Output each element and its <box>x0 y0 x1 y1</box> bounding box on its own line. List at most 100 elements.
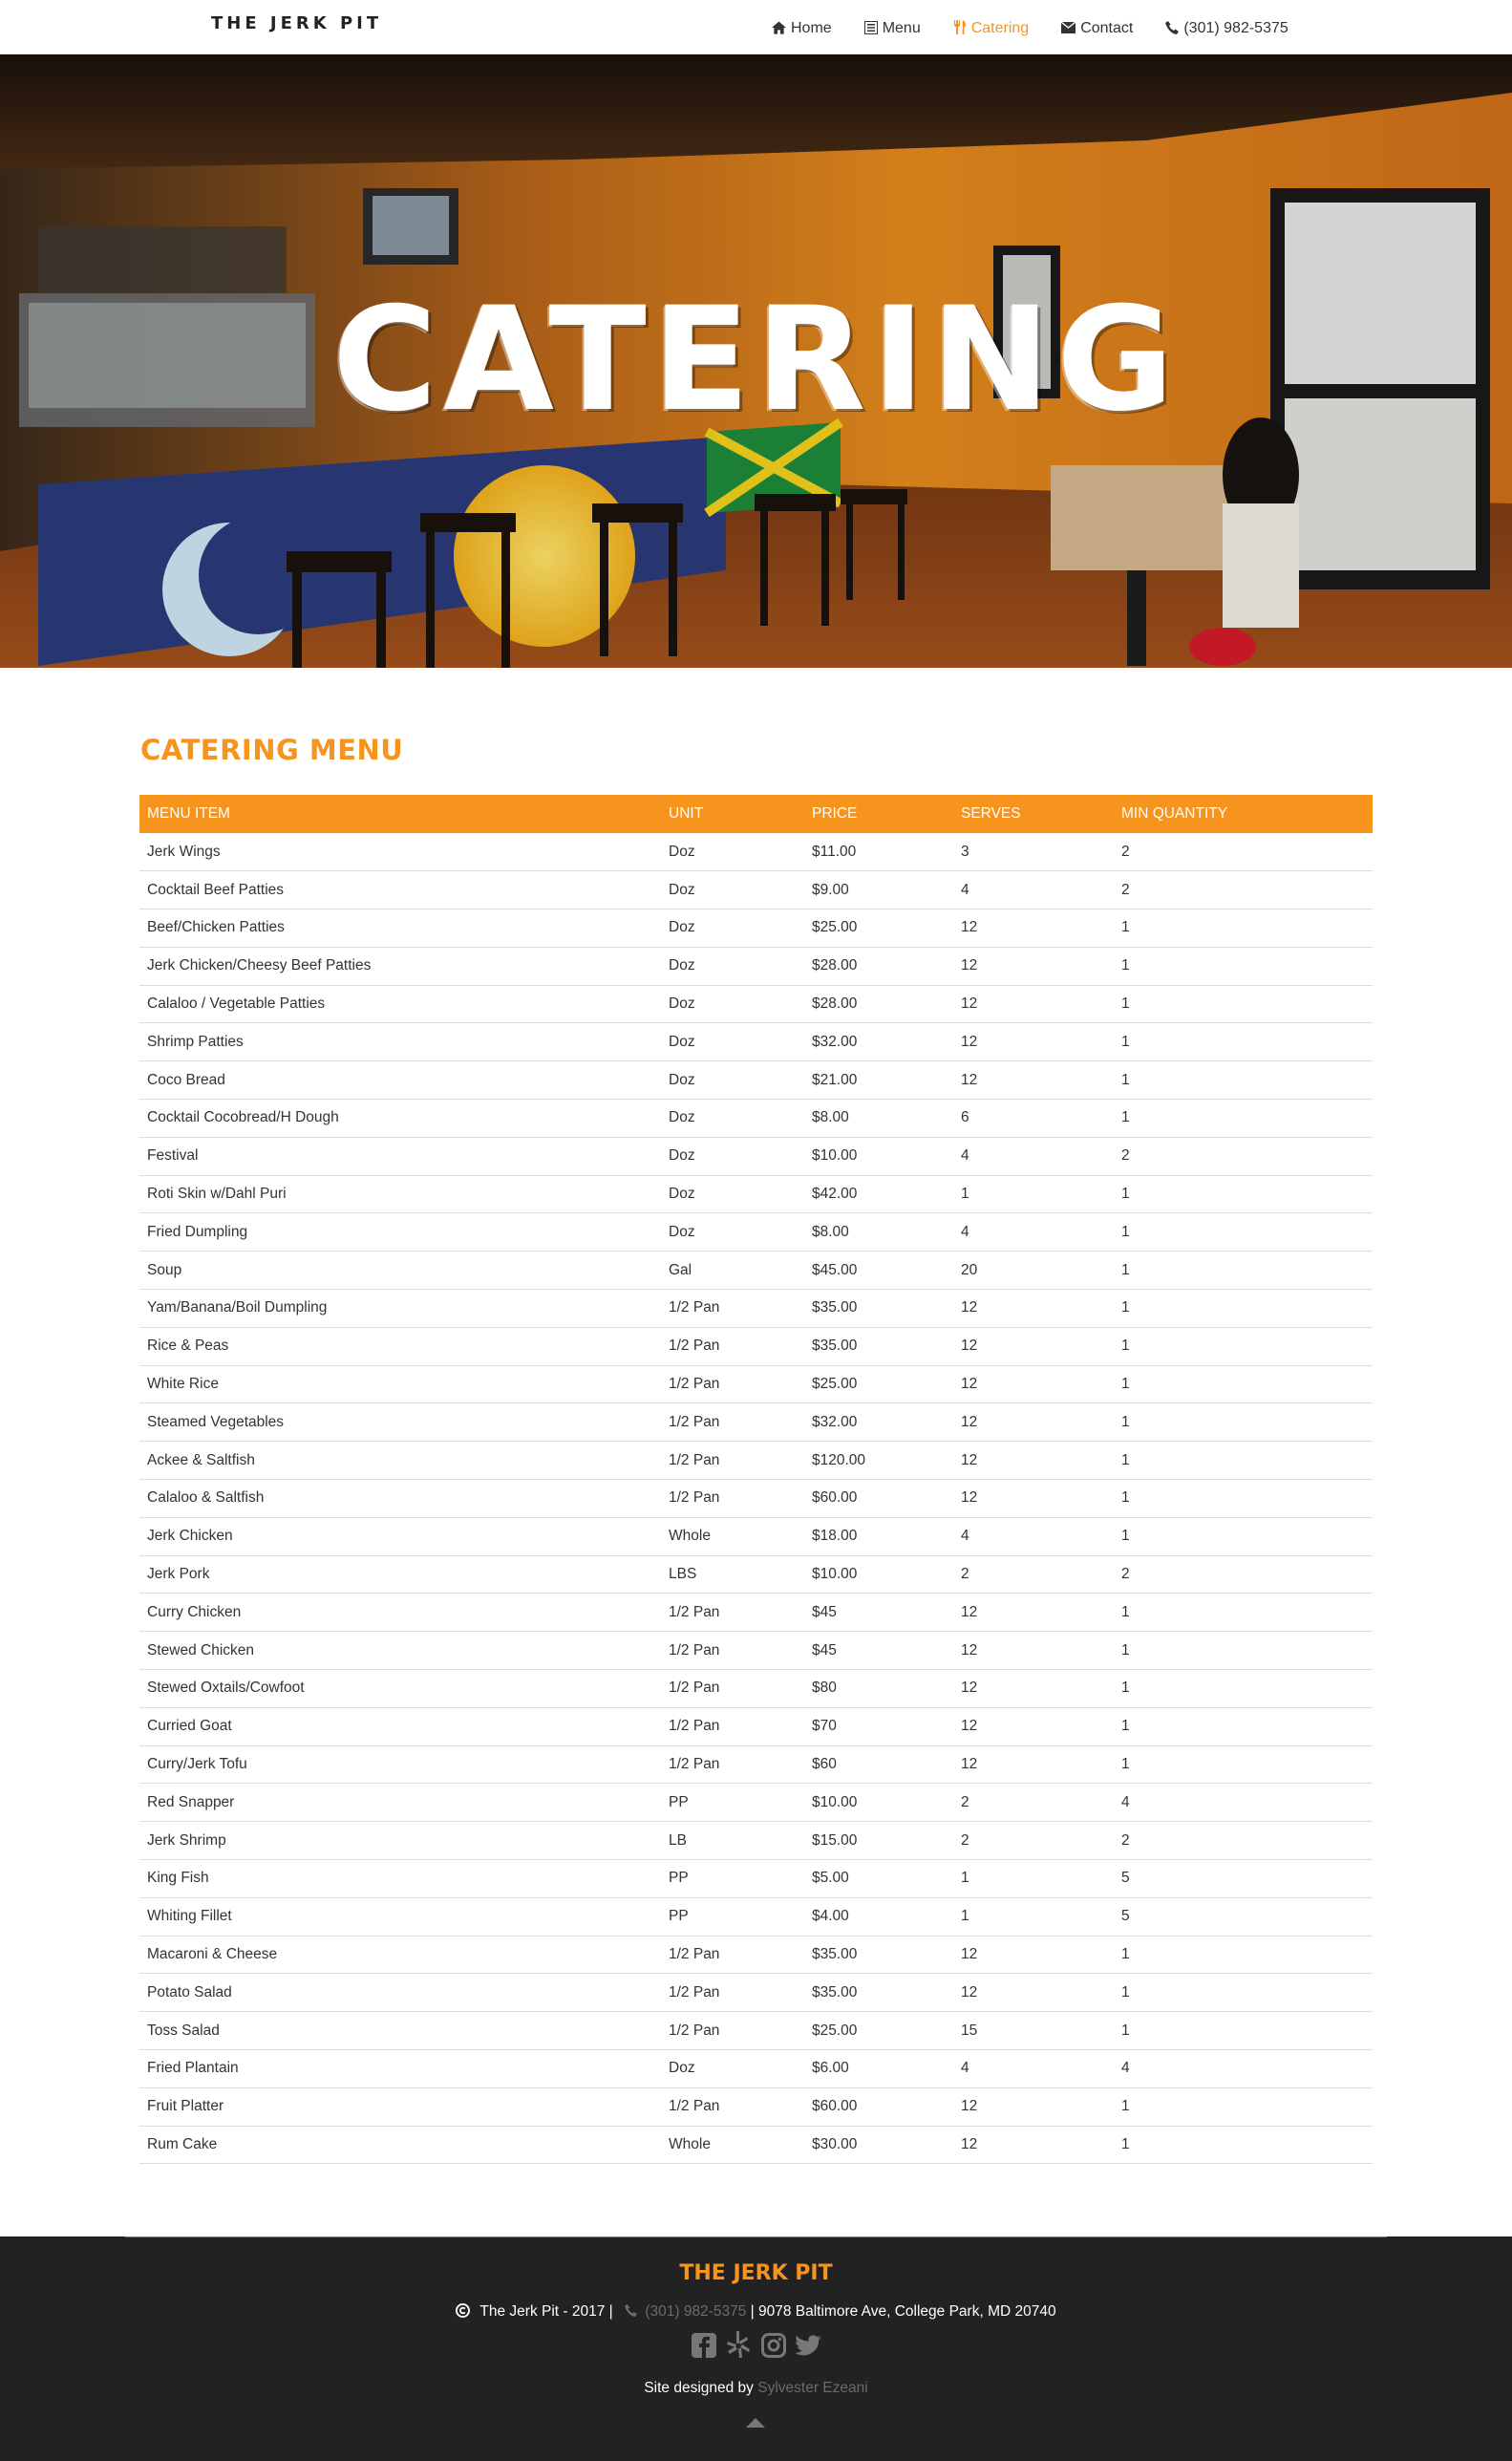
menu-item-cell: Cocktail Beef Patties <box>139 870 661 910</box>
menu-item-cell: Stewed Chicken <box>139 1631 661 1671</box>
nav-menu[interactable]: Menu <box>863 20 921 37</box>
menu-item-cell: Jerk Shrimp <box>139 1821 661 1861</box>
min-quantity-cell: 1 <box>1114 909 1373 948</box>
unit-cell: 1/2 Pan <box>661 2011 804 2050</box>
unit-cell: 1/2 Pan <box>661 1327 804 1366</box>
unit-cell: PP <box>661 1859 804 1898</box>
unit-cell: Doz <box>661 909 804 948</box>
price-cell: $32.00 <box>804 1022 953 1062</box>
price-cell: $60.00 <box>804 1479 953 1518</box>
copyright-icon <box>456 2303 471 2322</box>
unit-cell: Whole <box>661 2126 804 2165</box>
column-header-unit: UNIT <box>669 805 704 822</box>
menu-item-cell: White Rice <box>139 1365 661 1404</box>
footer-address: | 9078 Baltimore Ave, College Park, MD 2… <box>750 2303 1056 2320</box>
min-quantity-cell: 5 <box>1114 1897 1373 1937</box>
hero-title: CATERING <box>331 277 1181 443</box>
footer-divider <box>125 2236 1387 2237</box>
price-cell: $35.00 <box>804 1289 953 1328</box>
brand-logo[interactable]: THE JERK PIT <box>211 13 382 33</box>
price-cell: $11.00 <box>804 833 953 872</box>
min-quantity-cell: 1 <box>1114 2087 1373 2127</box>
min-quantity-cell: 1 <box>1114 1593 1373 1633</box>
twitter-icon[interactable] <box>795 2335 822 2362</box>
price-cell: $32.00 <box>804 1402 953 1443</box>
list-icon <box>863 20 878 37</box>
min-quantity-cell: 1 <box>1114 1212 1373 1252</box>
unit-cell: 1/2 Pan <box>661 1289 804 1328</box>
unit-cell: 1/2 Pan <box>661 1707 804 1746</box>
footer-credit: Site designed by Sylvester Ezeani <box>0 2380 1512 2397</box>
unit-cell: 1/2 Pan <box>661 1441 804 1481</box>
nav-contact-label: Contact <box>1080 20 1134 36</box>
min-quantity-cell: 1 <box>1114 1175 1373 1214</box>
unit-cell: Doz <box>661 1022 804 1062</box>
nav-catering-label: Catering <box>970 20 1030 36</box>
nav-home[interactable]: Home <box>772 20 832 37</box>
column-header-menu-item: MENU ITEM <box>147 805 230 822</box>
scroll-to-top-icon[interactable] <box>746 2418 765 2428</box>
table-row: Shrimp Patties Doz $32.00 12 1 <box>139 1022 1373 1062</box>
unit-cell: Gal <box>661 1251 804 1291</box>
menu-item-cell: Calaloo & Saltfish <box>139 1479 661 1518</box>
serves-cell: 12 <box>953 1593 1114 1633</box>
table-row: Stewed Chicken 1/2 Pan $45 12 1 <box>139 1631 1373 1671</box>
nav-contact[interactable]: Contact <box>1060 20 1134 37</box>
price-cell: $80 <box>804 1669 953 1708</box>
serves-cell: 2 <box>953 1555 1114 1594</box>
unit-cell: PP <box>661 1783 804 1823</box>
menu-item-cell: Potato Salad <box>139 1973 661 2013</box>
unit-cell: Doz <box>661 2049 804 2088</box>
catering-menu-heading: CATERING MENU <box>140 734 404 766</box>
price-cell: $21.00 <box>804 1060 953 1101</box>
price-cell: $60.00 <box>804 2087 953 2127</box>
serves-cell: 6 <box>953 1099 1114 1138</box>
table-row: Macaroni & Cheese 1/2 Pan $35.00 12 1 <box>139 1936 1373 1975</box>
menu-item-cell: Fried Plantain <box>139 2049 661 2088</box>
facebook-icon[interactable] <box>691 2333 717 2360</box>
min-quantity-cell: 1 <box>1114 1060 1373 1101</box>
nav-phone[interactable]: (301) 982-5375 <box>1165 20 1288 37</box>
serves-cell: 12 <box>953 1022 1114 1062</box>
unit-cell: 1/2 Pan <box>661 1745 804 1785</box>
instagram-icon[interactable] <box>760 2333 787 2360</box>
serves-cell: 12 <box>953 985 1114 1024</box>
catering-menu-table: MENU ITEM UNIT PRICE SERVES MIN QUANTITY… <box>139 795 1373 2165</box>
serves-cell: 12 <box>953 1365 1114 1404</box>
price-cell: $45.00 <box>804 1251 953 1291</box>
min-quantity-cell: 1 <box>1114 1327 1373 1366</box>
table-row: Fruit Platter 1/2 Pan $60.00 12 1 <box>139 2087 1373 2127</box>
unit-cell: Whole <box>661 1517 804 1556</box>
price-cell: $15.00 <box>804 1821 953 1861</box>
table-row: Roti Skin w/Dahl Puri Doz $42.00 1 1 <box>139 1175 1373 1214</box>
menu-item-cell: Jerk Pork <box>139 1555 661 1594</box>
designer-link[interactable]: Sylvester Ezeani <box>757 2380 867 2396</box>
price-cell: $10.00 <box>804 1783 953 1823</box>
nav-phone-label: (301) 982-5375 <box>1183 20 1288 36</box>
price-cell: $5.00 <box>804 1859 953 1898</box>
price-cell: $60 <box>804 1745 953 1785</box>
price-cell: $8.00 <box>804 1099 953 1138</box>
serves-cell: 12 <box>953 909 1114 948</box>
price-cell: $42.00 <box>804 1175 953 1214</box>
table-row: Calaloo & Saltfish 1/2 Pan $60.00 12 1 <box>139 1479 1373 1518</box>
menu-item-cell: Beef/Chicken Patties <box>139 909 661 948</box>
serves-cell: 12 <box>953 1479 1114 1518</box>
unit-cell: 1/2 Pan <box>661 1402 804 1443</box>
menu-item-cell: Rice & Peas <box>139 1327 661 1366</box>
serves-cell: 12 <box>953 1669 1114 1708</box>
footer-phone-link[interactable]: (301) 982-5375 <box>645 2303 746 2320</box>
min-quantity-cell: 1 <box>1114 1251 1373 1291</box>
menu-item-cell: King Fish <box>139 1859 661 1898</box>
table-row: White Rice 1/2 Pan $25.00 12 1 <box>139 1365 1373 1404</box>
menu-item-cell: Jerk Wings <box>139 833 661 872</box>
menu-item-cell: Stewed Oxtails/Cowfoot <box>139 1669 661 1708</box>
table-row: Whiting Fillet PP $4.00 1 5 <box>139 1897 1373 1937</box>
table-row: Curried Goat 1/2 Pan $70 12 1 <box>139 1707 1373 1746</box>
table-row: Curry/Jerk Tofu 1/2 Pan $60 12 1 <box>139 1745 1373 1785</box>
yelp-icon[interactable] <box>725 2331 752 2358</box>
cutlery-icon <box>953 20 967 37</box>
nav-catering[interactable]: Catering <box>953 20 1029 37</box>
table-row: Stewed Oxtails/Cowfoot 1/2 Pan $80 12 1 <box>139 1669 1373 1708</box>
min-quantity-cell: 2 <box>1114 1555 1373 1594</box>
